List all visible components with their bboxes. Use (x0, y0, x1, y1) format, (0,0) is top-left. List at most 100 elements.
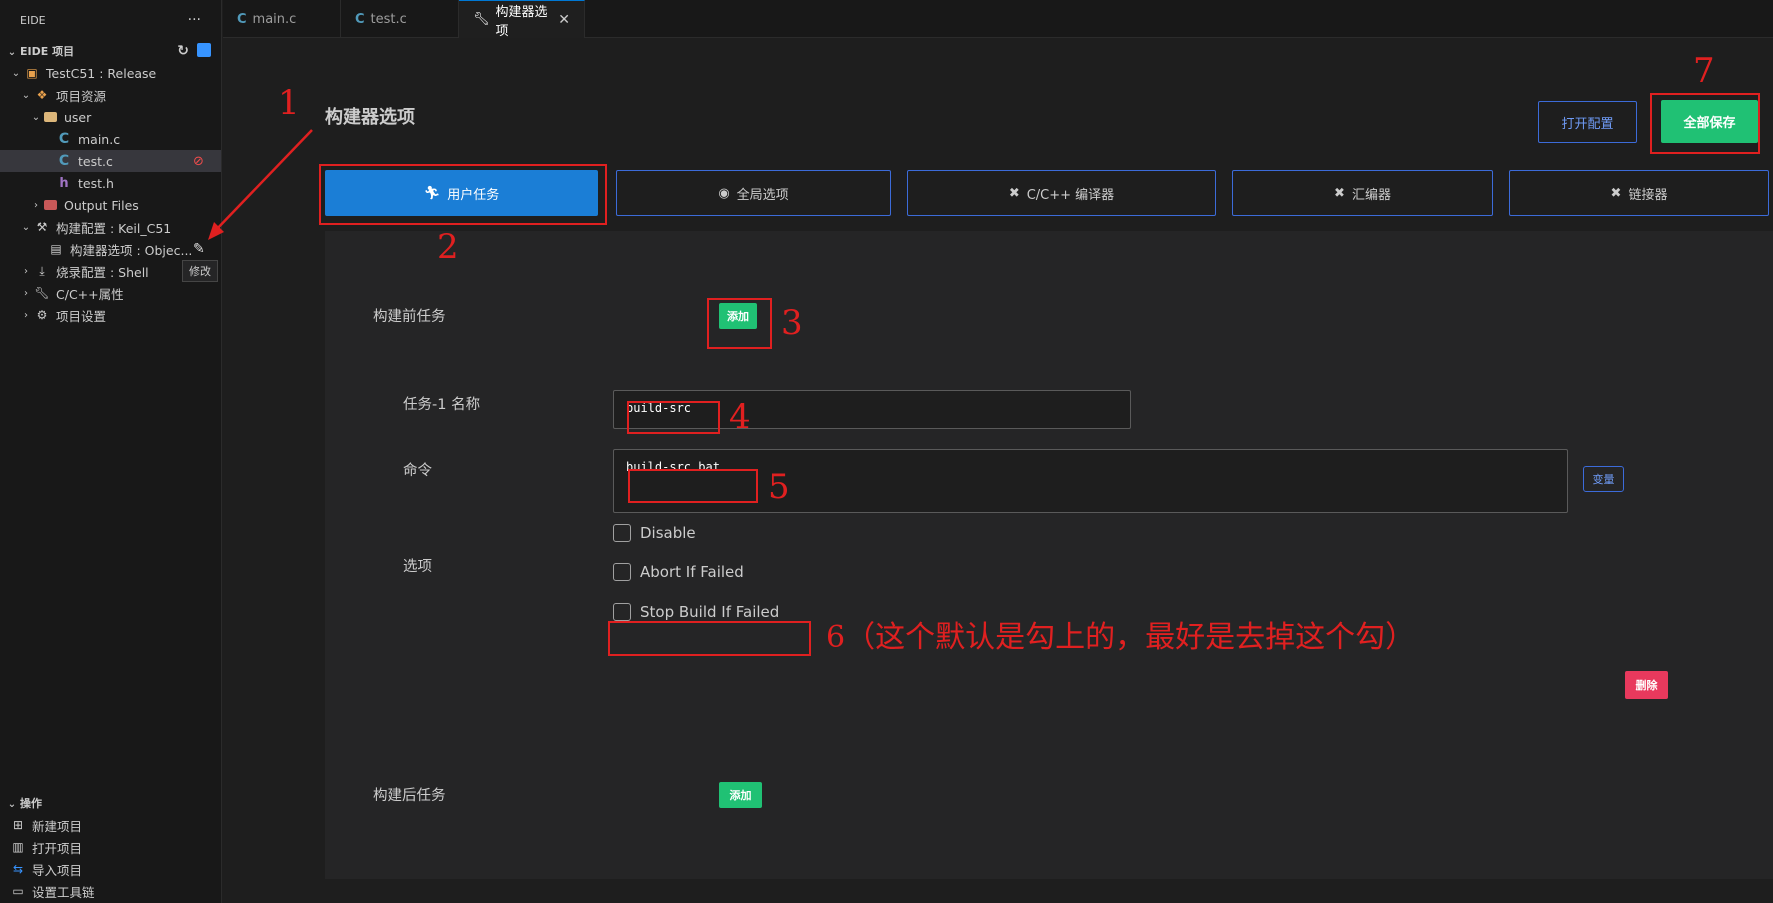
pre-build-label: 构建前任务 (373, 309, 446, 325)
tree-item-test-c[interactable]: C test.c ⊘ (0, 150, 221, 172)
tools-icon: ✖ (1610, 185, 1622, 201)
op-import-project[interactable]: ⇆ 导入项目 (0, 858, 222, 880)
hammer-icon: ⚒ (36, 220, 48, 234)
tooltip: 修改 (182, 260, 218, 282)
chevron-right-icon: › (24, 309, 28, 321)
task-name-label: 任务-1 名称 (403, 397, 481, 413)
delete-task-button[interactable]: 删除 (1625, 671, 1668, 699)
tree-item-project[interactable]: ⌄ ▣ TestC51 : Release (0, 62, 221, 84)
output-folder-icon (44, 200, 57, 210)
abort-if-failed-checkbox[interactable] (613, 563, 631, 581)
tools-icon: ✖ (1008, 185, 1020, 201)
tab-global-options[interactable]: ◉ 全局选项 (616, 170, 891, 216)
builder-options-view: 构建器选项 打开配置 全部保存 🏃︎ 用户任务 ◉ 全局选项 ✖ C/C++ 编译器 … (223, 39, 1773, 903)
option-disable[interactable]: Disable (613, 524, 696, 542)
tab-builder-options[interactable]: 🔧︎ 构建器选项 ✕ (459, 0, 585, 39)
page-title: 构建器选项 (325, 107, 415, 128)
tree-item-user-folder[interactable]: ⌄ user (0, 106, 221, 128)
annotation-number-4: 4 (729, 397, 751, 437)
op-label: 导入项目 (32, 862, 83, 878)
user-tasks-panel: 构建前任务 添加 任务-1 名称 build-src 命令 build-src.… (325, 231, 1773, 879)
tree-item-label: 项目设置 (56, 308, 107, 324)
chevron-down-icon: ⌄ (21, 89, 31, 101)
chevron-right-icon: › (24, 287, 28, 299)
editor-tab-bar: C main.c C test.c 🔧︎ 构建器选项 ✕ (223, 0, 1773, 39)
variables-button[interactable]: 变量 (1583, 466, 1624, 492)
excluded-icon[interactable]: ⊘ (193, 154, 204, 169)
nav-tab-label: 全局选项 (736, 187, 789, 203)
chevron-right-icon: › (24, 265, 28, 277)
ops-section-header[interactable]: ⌄ 操作 (0, 792, 222, 814)
wrench-icon: 🔧︎ (473, 12, 490, 27)
tab-main-c[interactable]: C main.c (223, 0, 341, 38)
tree-item-label: 烧录配置 : Shell (56, 264, 149, 280)
chevron-down-icon: ⌄ (21, 221, 31, 233)
tree-item-resources[interactable]: ⌄ ❖ 项目资源 (0, 84, 221, 106)
sidebar-header: EIDE ··· (0, 0, 221, 40)
build-icon[interactable] (197, 43, 211, 57)
tree-item-test-h[interactable]: h test.h (0, 172, 221, 194)
tab-test-c[interactable]: C test.c (341, 0, 459, 38)
wrench-icon: 🔧︎ (34, 286, 50, 300)
command-label: 命令 (403, 463, 432, 479)
refresh-icon[interactable]: ↻ (177, 43, 189, 59)
tree-item-label: user (64, 109, 92, 125)
nav-tab-label: 用户任务 (447, 187, 500, 203)
tree-item-builder-options[interactable]: ▤ 构建器选项 : Objec... ✎ (0, 238, 221, 260)
tree-item-cpp-props[interactable]: › 🔧︎ C/C++属性 (0, 282, 221, 304)
c-file-icon: C (58, 153, 70, 169)
gear-icon: ⚙ (36, 308, 48, 322)
chevron-down-icon: ⌄ (11, 67, 21, 79)
add-pre-task-button[interactable]: 添加 (719, 303, 757, 329)
tree-item-output-files[interactable]: › Output Files (0, 194, 221, 216)
tree-item-label: 项目资源 (56, 88, 107, 104)
op-label: 新建项目 (32, 818, 83, 834)
c-file-icon: C (58, 131, 70, 147)
tree-item-label: test.c (78, 153, 113, 169)
op-new-project[interactable]: ⊞ 新建项目 (0, 814, 222, 836)
tools-icon: ✖ (1334, 185, 1345, 201)
toolchain-icon: ▭ (12, 884, 24, 898)
tree-item-label: test.h (78, 175, 114, 191)
option-stop-build-if-failed[interactable]: Stop Build If Failed (613, 603, 779, 621)
h-file-icon: h (59, 175, 69, 191)
more-actions-icon[interactable]: ··· (188, 12, 201, 28)
option-abort-if-failed[interactable]: Abort If Failed (613, 563, 744, 581)
project-section-header[interactable]: ⌄ EIDE 项目 ↻ (0, 40, 221, 62)
nav-tab-label: 汇编器 (1351, 187, 1391, 203)
chevron-down-icon: ⌄ (31, 111, 41, 123)
command-textarea[interactable]: build-src.bat (613, 449, 1568, 513)
op-label: 设置工具链 (32, 884, 95, 900)
tab-user-tasks[interactable]: 🏃︎ 用户任务 (325, 170, 598, 216)
stop-build-if-failed-checkbox[interactable] (613, 603, 631, 621)
globe-icon: ◉ (718, 185, 730, 201)
tree-item-project-settings[interactable]: › ⚙ 项目设置 (0, 304, 221, 326)
tab-label: main.c (252, 11, 297, 27)
close-icon[interactable]: ✕ (558, 12, 570, 28)
op-setup-toolchain[interactable]: ▭ 设置工具链 (0, 880, 222, 902)
save-all-button[interactable]: 全部保存 (1661, 100, 1758, 143)
open-config-button[interactable]: 打开配置 (1538, 101, 1637, 143)
nav-tab-label: C/C++ 编译器 (1026, 187, 1115, 203)
disable-checkbox[interactable] (613, 524, 631, 542)
post-build-label: 构建后任务 (373, 788, 446, 804)
annotation-number-2: 2 (437, 227, 459, 267)
task-name-input[interactable]: build-src (613, 390, 1131, 429)
tree-item-main-c[interactable]: C main.c (0, 128, 221, 150)
annotation-number-1: 1 (278, 83, 300, 123)
annotation-number-7: 7 (1693, 51, 1715, 91)
tab-linker[interactable]: ✖ 链接器 (1509, 170, 1769, 216)
tree-item-label: Output Files (64, 197, 139, 213)
options-label: 选项 (403, 559, 432, 575)
annotation-note-6: 6（这个默认是勾上的，最好是去掉这个勾） (826, 620, 1416, 655)
tree-item-label: 构建器选项 : Objec... (70, 242, 193, 258)
annotation-number-3: 3 (781, 303, 803, 343)
edit-icon[interactable]: ✎ (193, 241, 205, 257)
project-icon: ▣ (26, 66, 38, 80)
add-post-task-button[interactable]: 添加 (719, 782, 762, 808)
op-open-project[interactable]: ▥ 打开项目 (0, 836, 222, 858)
tab-c-compiler[interactable]: ✖ C/C++ 编译器 (907, 170, 1216, 216)
tree-item-build-config[interactable]: ⌄ ⚒ 构建配置 : Keil_C51 (0, 216, 221, 238)
new-project-icon: ⊞ (12, 818, 24, 832)
tab-assembler[interactable]: ✖ 汇编器 (1232, 170, 1493, 216)
